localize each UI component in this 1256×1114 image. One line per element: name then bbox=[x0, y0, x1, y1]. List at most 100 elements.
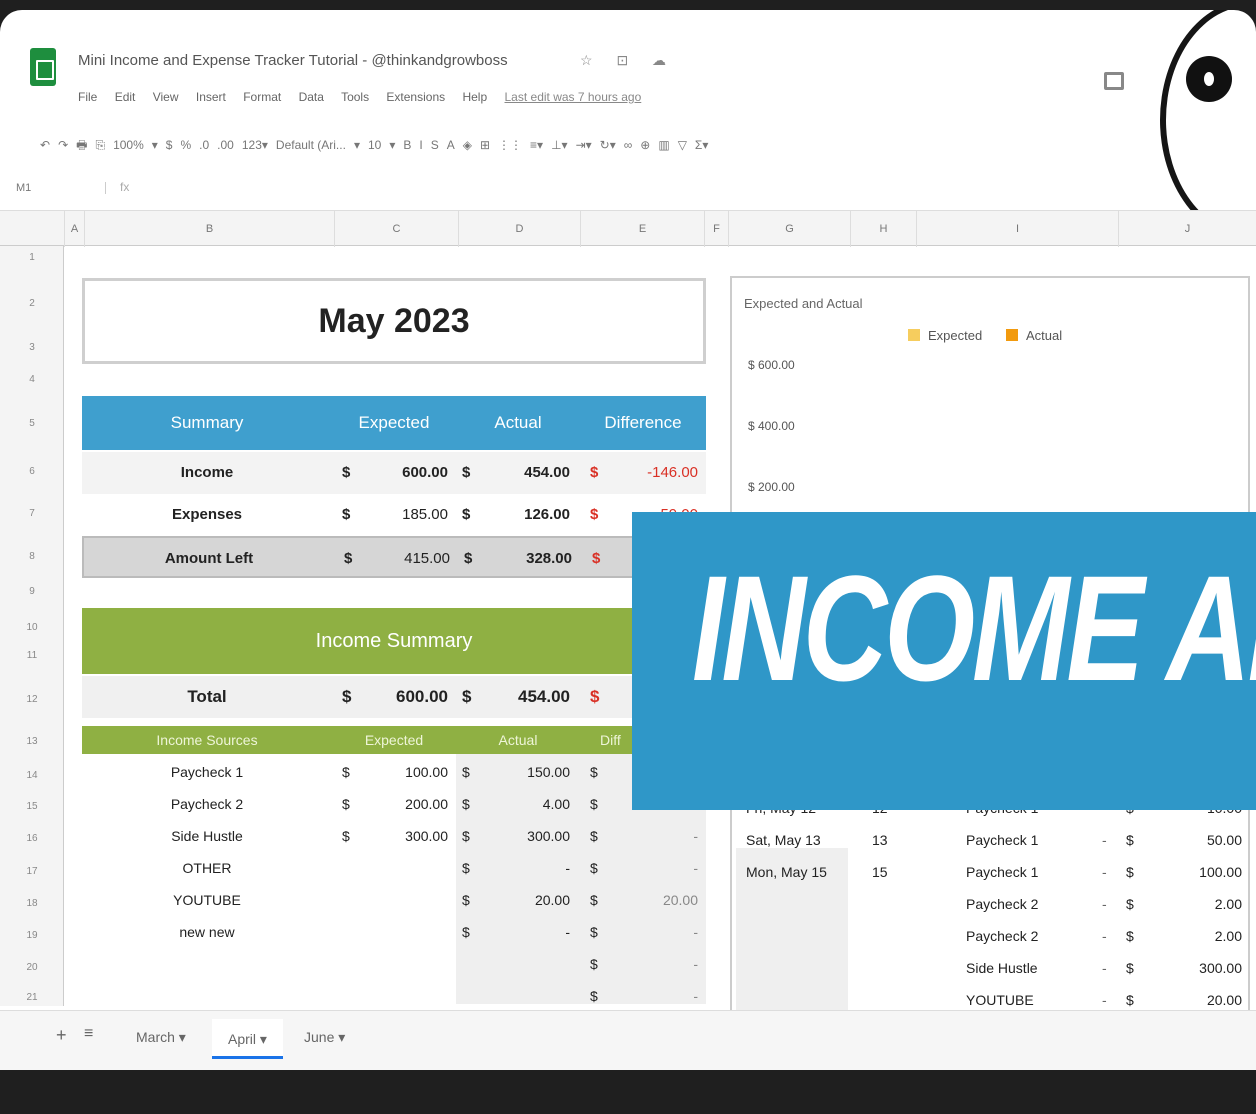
column-header[interactable]: B bbox=[84, 211, 334, 247]
menu-view[interactable]: View bbox=[153, 90, 179, 104]
income-row[interactable]: Paycheck 1 $100.00 $150.00 $ bbox=[82, 756, 706, 788]
income-row[interactable]: $ - bbox=[82, 948, 706, 980]
toolbar-button[interactable]: ∞ bbox=[624, 138, 633, 152]
menu-extensions[interactable]: Extensions bbox=[386, 90, 445, 104]
toolbar-button[interactable]: % bbox=[180, 138, 191, 152]
toolbar-button[interactable]: ≡▾ bbox=[530, 138, 543, 152]
toolbar-button[interactable]: I bbox=[419, 138, 422, 152]
toolbar-button[interactable]: ▽ bbox=[678, 138, 687, 152]
toolbar-button[interactable]: 🖶 bbox=[76, 138, 87, 152]
title-actions[interactable]: ☆ ⊡ ☁ bbox=[580, 52, 676, 69]
toolbar-button[interactable]: ⋮⋮ bbox=[498, 138, 522, 152]
summary-row-amount-left[interactable]: Amount Left $ 415.00 $ 328.00 $ bbox=[82, 536, 706, 578]
row-header[interactable]: 4 bbox=[0, 374, 64, 385]
menu-insert[interactable]: Insert bbox=[196, 90, 226, 104]
toolbar-button[interactable]: ⊕ bbox=[640, 138, 650, 152]
transaction-row[interactable]: Mon, May 15 15 Paycheck 1 - $100.00 bbox=[732, 856, 1252, 888]
income-row[interactable]: new new $ - $ - bbox=[82, 916, 706, 948]
comment-history-icon[interactable] bbox=[1104, 72, 1124, 90]
column-header[interactable]: C bbox=[334, 211, 458, 247]
menu-tools[interactable]: Tools bbox=[341, 90, 369, 104]
row-header[interactable]: 17 bbox=[0, 866, 64, 877]
toolbar-button[interactable]: Σ▾ bbox=[695, 138, 708, 152]
row-header[interactable]: 2 bbox=[0, 298, 64, 309]
toolbar-button[interactable]: S bbox=[431, 138, 439, 152]
row-header[interactable]: 12 bbox=[0, 694, 64, 705]
row-header[interactable]: 19 bbox=[0, 930, 64, 941]
summary-row-income[interactable]: Income $ 600.00 $ 454.00 $ -146.00 bbox=[82, 452, 706, 494]
toolbar-button[interactable]: ↷ bbox=[58, 138, 68, 152]
row-header[interactable]: 14 bbox=[0, 770, 64, 781]
row-header[interactable]: 16 bbox=[0, 833, 64, 844]
menu-help[interactable]: Help bbox=[462, 90, 487, 104]
toolbar-button[interactable]: ↶ bbox=[40, 138, 50, 152]
toolbar-button[interactable]: ▥ bbox=[658, 138, 669, 152]
row-header[interactable]: 1 bbox=[0, 252, 64, 263]
income-row[interactable]: Paycheck 2 $200.00 $4.00 $ bbox=[82, 788, 706, 820]
toolbar-button[interactable]: $ bbox=[166, 138, 173, 152]
row-header[interactable]: 13 bbox=[0, 736, 64, 747]
income-row[interactable]: Side Hustle $300.00 $300.00 $ - bbox=[82, 820, 706, 852]
column-header[interactable]: J bbox=[1118, 211, 1256, 247]
row-header[interactable]: 6 bbox=[0, 466, 64, 477]
sheet-tab-march[interactable]: March ▾ bbox=[136, 1029, 186, 1046]
income-row[interactable]: OTHER $ - $ - bbox=[82, 852, 706, 884]
transaction-row[interactable]: Side Hustle - $300.00 bbox=[732, 952, 1252, 984]
row-header[interactable]: 7 bbox=[0, 508, 64, 519]
column-header[interactable]: G bbox=[728, 211, 850, 247]
toolbar-button[interactable]: .00 bbox=[217, 138, 234, 152]
row-header[interactable]: 20 bbox=[0, 962, 64, 973]
income-row[interactable]: YOUTUBE $20.00 $20.00 bbox=[82, 884, 706, 916]
menu-data[interactable]: Data bbox=[299, 90, 324, 104]
transaction-row[interactable]: Paycheck 2 - $2.00 bbox=[732, 888, 1252, 920]
toolbar-button[interactable]: ⇥▾ bbox=[576, 138, 592, 152]
column-header[interactable]: A bbox=[64, 211, 84, 247]
toolbar-button[interactable]: 123▾ bbox=[242, 138, 268, 152]
column-header[interactable]: F bbox=[704, 211, 728, 247]
row-header[interactable]: 9 bbox=[0, 586, 64, 597]
toolbar-button[interactable]: ⎘ bbox=[95, 138, 105, 152]
avatar[interactable] bbox=[1186, 56, 1232, 102]
column-header[interactable]: I bbox=[916, 211, 1118, 247]
toolbar-button[interactable]: ◈ bbox=[463, 138, 472, 152]
toolbar-button[interactable]: .0 bbox=[199, 138, 209, 152]
column-header[interactable]: H bbox=[850, 211, 916, 247]
income-row[interactable]: $ - bbox=[82, 980, 706, 1012]
toolbar-button[interactable]: A bbox=[447, 138, 455, 152]
income-total-row[interactable]: Total $ 600.00 $ 454.00 $ bbox=[82, 676, 706, 718]
toolbar-button[interactable]: ⊞ bbox=[480, 138, 490, 152]
document-title[interactable]: Mini Income and Expense Tracker Tutorial… bbox=[78, 52, 508, 69]
toolbar-button[interactable]: B bbox=[403, 138, 411, 152]
row-header[interactable]: 18 bbox=[0, 898, 64, 909]
menu-format[interactable]: Format bbox=[243, 90, 281, 104]
menu-edit[interactable]: Edit bbox=[115, 90, 136, 104]
menu-file[interactable]: File bbox=[78, 90, 97, 104]
row-header[interactable]: 11 bbox=[0, 650, 64, 661]
all-sheets-button[interactable]: ≡ bbox=[84, 1025, 93, 1043]
row-header[interactable]: 5 bbox=[0, 418, 64, 429]
toolbar-button[interactable]: 100% bbox=[113, 138, 144, 152]
name-box[interactable]: M1 bbox=[16, 182, 106, 194]
row-header[interactable]: 10 bbox=[0, 622, 64, 633]
row-header[interactable]: 21 bbox=[0, 992, 64, 1003]
row-header[interactable]: 8 bbox=[0, 551, 64, 562]
sheets-logo-icon[interactable] bbox=[30, 48, 56, 86]
toolbar-button[interactable]: Default (Ari... bbox=[276, 138, 346, 152]
toolbar-button[interactable]: 10 bbox=[368, 138, 381, 152]
summary-row-expenses[interactable]: Expenses $ 185.00 $ 126.00 $ -59.00 bbox=[82, 494, 706, 536]
last-edit-link[interactable]: Last edit was 7 hours ago bbox=[505, 90, 642, 104]
row-header[interactable]: 15 bbox=[0, 801, 64, 812]
column-header[interactable]: E bbox=[580, 211, 704, 247]
formula-bar-icon[interactable]: fx bbox=[120, 180, 129, 194]
toolbar-button[interactable]: ▾ bbox=[389, 138, 395, 152]
toolbar-button[interactable]: ▾ bbox=[152, 138, 158, 152]
add-sheet-button[interactable]: + bbox=[56, 1025, 67, 1046]
sheet-tab-june[interactable]: June ▾ bbox=[304, 1029, 345, 1046]
toolbar-button[interactable]: ⊥▾ bbox=[551, 138, 567, 152]
transaction-row[interactable]: Paycheck 2 - $2.00 bbox=[732, 920, 1252, 952]
row-header[interactable]: 3 bbox=[0, 342, 64, 353]
sheet-tab-april[interactable]: April ▾ bbox=[212, 1019, 283, 1059]
transaction-row[interactable]: Sat, May 13 13 Paycheck 1 - $50.00 bbox=[732, 824, 1252, 856]
toolbar-button[interactable]: ▾ bbox=[354, 138, 360, 152]
column-header[interactable]: D bbox=[458, 211, 580, 247]
